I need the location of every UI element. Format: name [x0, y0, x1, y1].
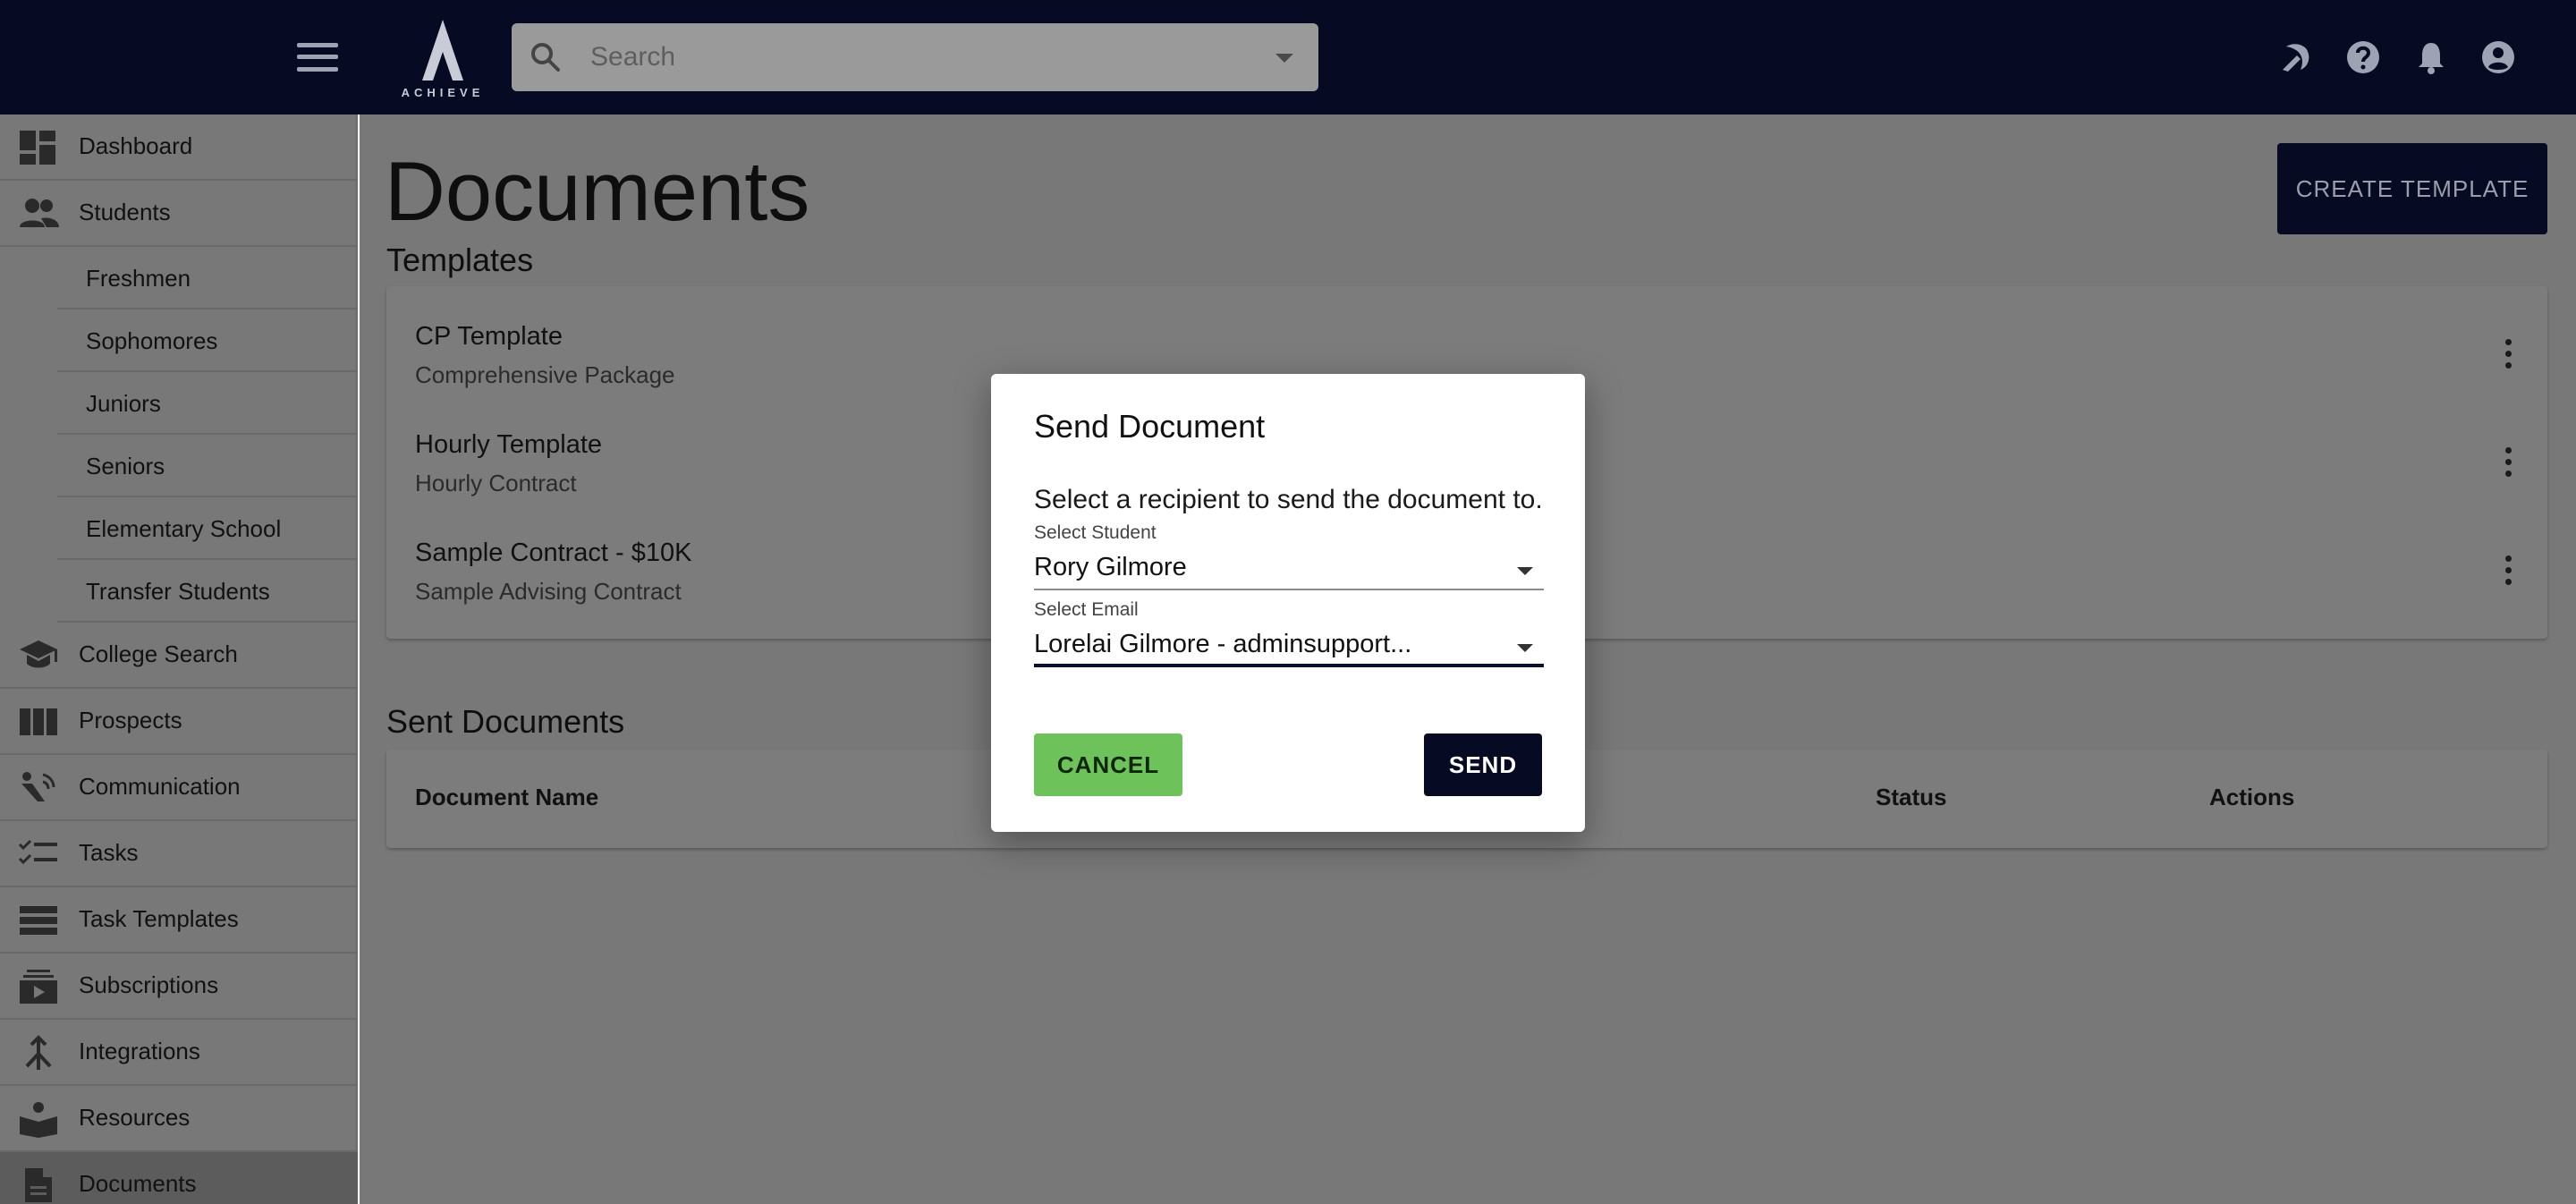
more-options-icon[interactable]	[2499, 336, 2517, 372]
sidebar-item-label: Students	[79, 199, 171, 225]
select-email-label: Select Email	[1034, 599, 1139, 620]
top-app-bar: ACHIEVE	[0, 0, 2576, 114]
column-header-status[interactable]: Status	[1876, 784, 1946, 811]
sidebar-item-elementary-school[interactable]: Elementary School	[57, 497, 358, 560]
sidebar-item-label: Prospects	[79, 707, 182, 733]
students-icon	[20, 199, 59, 227]
sidebar-item-label: Task Templates	[79, 905, 239, 932]
template-name: CP Template	[415, 322, 563, 351]
sidebar-item-label: Sophomores	[86, 327, 218, 354]
sidebar-item-label: Resources	[79, 1104, 191, 1131]
select-student-label: Select Student	[1034, 522, 1157, 543]
template-description: Hourly Contract	[415, 470, 577, 496]
sidebar-item-transfer-students[interactable]: Transfer Students	[57, 560, 358, 623]
sidebar-item-label: Integrations	[79, 1038, 200, 1064]
sent-documents-heading: Sent Documents	[386, 703, 625, 740]
graduation-cap-icon	[20, 640, 57, 668]
notifications-icon[interactable]	[2413, 39, 2449, 75]
sidebar-item-documents[interactable]: Documents	[0, 1152, 358, 1204]
more-options-icon[interactable]	[2499, 553, 2517, 589]
template-name: Hourly Template	[415, 430, 603, 459]
sidebar-item-label: Juniors	[86, 390, 161, 417]
subscriptions-icon	[20, 970, 57, 1004]
sidebar-item-task-templates[interactable]: Task Templates	[0, 887, 358, 954]
dialog-title: Send Document	[1034, 408, 1266, 445]
sidebar-item-label: Communication	[79, 773, 241, 800]
send-button[interactable]: SEND	[1424, 733, 1542, 796]
search-icon	[531, 43, 560, 72]
sidebar-item-label: Subscriptions	[79, 971, 219, 998]
dark-mode-icon[interactable]	[2279, 39, 2315, 75]
communication-icon	[21, 772, 55, 801]
merge-icon	[25, 1035, 52, 1070]
columns-icon	[20, 708, 57, 735]
column-header-document-name[interactable]: Document Name	[415, 784, 598, 811]
checklist-icon	[18, 839, 57, 865]
sidebar-item-integrations[interactable]: Integrations	[0, 1020, 358, 1086]
menu-icon[interactable]	[297, 41, 338, 73]
sidebar-item-juniors[interactable]: Juniors	[57, 372, 358, 435]
dialog-description: Select a recipient to send the document …	[1034, 485, 1543, 514]
sidebar-item-label: Transfer Students	[86, 578, 270, 605]
achieve-logo[interactable]: ACHIEVE	[394, 16, 492, 100]
email-select[interactable]: Lorelai Gilmore - adminsupport...	[1034, 626, 1544, 667]
search-bar[interactable]	[512, 23, 1318, 91]
logo-text: ACHIEVE	[401, 86, 485, 99]
sidebar-item-communication[interactable]: Communication	[0, 755, 358, 821]
template-description: Comprehensive Package	[415, 361, 675, 388]
sidebar-item-label: Seniors	[86, 453, 165, 479]
template-description: Sample Advising Contract	[415, 578, 682, 605]
document-icon	[25, 1168, 52, 1202]
sidebar-item-sophomores[interactable]: Sophomores	[57, 309, 358, 372]
sidebar-item-label: Dashboard	[79, 132, 193, 159]
sidebar-item-college-search[interactable]: College Search	[0, 623, 358, 689]
sidebar-item-resources[interactable]: Resources	[0, 1086, 358, 1152]
email-select-value: Lorelai Gilmore - adminsupport...	[1034, 630, 1412, 658]
chevron-down-icon	[1517, 644, 1533, 652]
chevron-down-icon	[1517, 567, 1533, 575]
sidebar-item-label: Tasks	[79, 839, 139, 866]
cancel-button[interactable]: CANCEL	[1034, 733, 1182, 796]
student-select[interactable]: Rory Gilmore	[1034, 549, 1544, 590]
sidebar-item-label: Freshmen	[86, 265, 191, 292]
book-icon	[20, 1102, 57, 1138]
sidebar-item-label: Elementary School	[86, 515, 282, 542]
more-options-icon[interactable]	[2499, 445, 2517, 480]
sidebar: Dashboard Students Freshmen Sophomores J…	[0, 114, 358, 1204]
sidebar-item-label: College Search	[79, 640, 238, 667]
template-name: Sample Contract - $10K	[415, 538, 692, 567]
help-icon[interactable]	[2345, 39, 2381, 75]
sidebar-item-subscriptions[interactable]: Subscriptions	[0, 954, 358, 1020]
sidebar-item-label: Documents	[79, 1170, 197, 1197]
create-template-button[interactable]: CREATE TEMPLATE	[2277, 143, 2547, 234]
sidebar-item-freshmen[interactable]: Freshmen	[57, 247, 358, 309]
student-select-value: Rory Gilmore	[1034, 553, 1187, 581]
logo-mark-icon	[422, 20, 463, 81]
column-header-actions: Actions	[2209, 784, 2295, 810]
sidebar-item-tasks[interactable]: Tasks	[0, 821, 358, 887]
list-icon	[20, 906, 57, 935]
search-input[interactable]	[590, 36, 1234, 79]
sidebar-item-dashboard[interactable]: Dashboard	[0, 114, 358, 181]
sidebar-item-prospects[interactable]: Prospects	[0, 689, 358, 755]
page-title: Documents	[385, 144, 810, 238]
account-icon[interactable]	[2480, 39, 2516, 75]
sidebar-item-students[interactable]: Students	[0, 181, 358, 247]
send-document-dialog: Send Document Select a recipient to send…	[991, 374, 1585, 832]
dashboard-icon	[20, 131, 55, 165]
templates-heading: Templates	[386, 242, 534, 278]
sidebar-item-seniors[interactable]: Seniors	[57, 435, 358, 497]
search-dropdown-icon[interactable]	[1275, 54, 1293, 63]
